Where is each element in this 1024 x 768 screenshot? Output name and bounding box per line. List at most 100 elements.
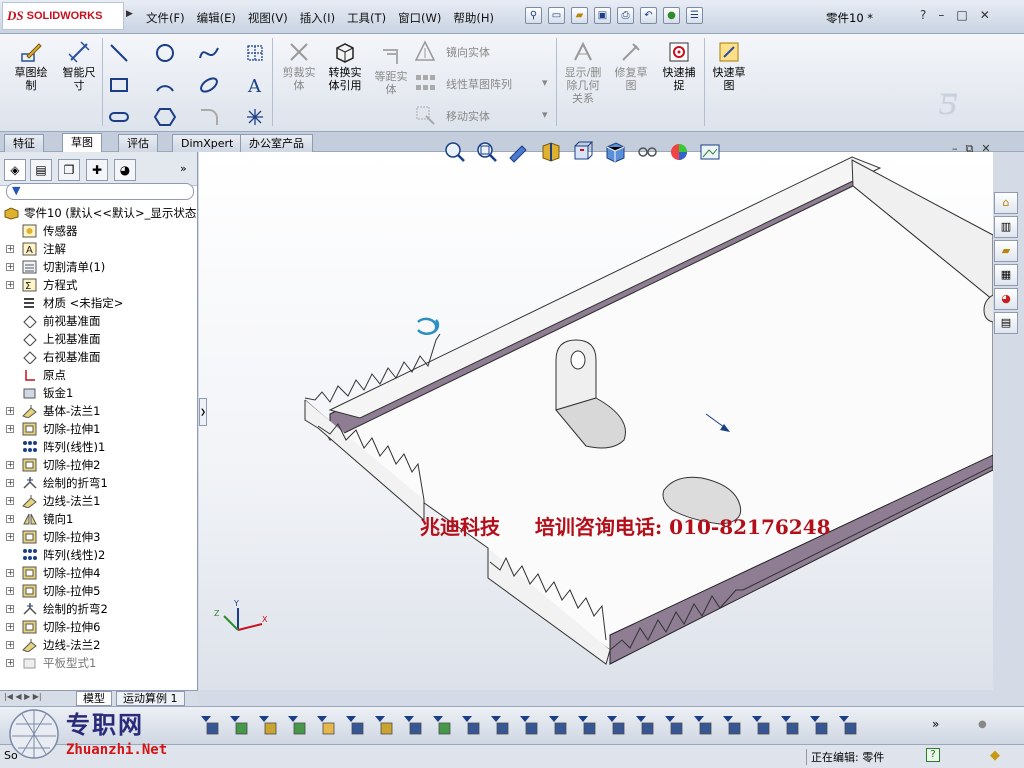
tree-item-23[interactable]: + 边线-法兰2 (0, 636, 198, 654)
tree-item-13[interactable]: + 切除-拉伸2 (0, 456, 198, 474)
expand-toggle-icon[interactable]: + (6, 425, 14, 433)
filter-axis-icon[interactable] (430, 713, 453, 736)
tree-item-8[interactable]: 原点 (0, 366, 198, 384)
menu-insert[interactable]: 插入(I) (294, 10, 341, 26)
display-manager-tab-icon[interactable]: ◕ (114, 159, 136, 181)
linear-pattern-label[interactable]: 线性草图阵列 (446, 76, 512, 92)
hide-show-items-icon[interactable] (634, 140, 660, 164)
filter-hole-icon[interactable] (604, 713, 627, 736)
tree-item-9[interactable]: 钣金1 (0, 384, 198, 402)
save-icon[interactable]: ▣ (594, 7, 611, 24)
expand-toggle-icon[interactable]: + (6, 479, 14, 487)
zoom-to-fit-icon[interactable] (442, 140, 468, 164)
display-relations-button[interactable]: 显示/删 除几何 关系 (560, 40, 606, 105)
zoom-to-area-icon[interactable] (474, 140, 500, 164)
circle-icon[interactable] (154, 42, 176, 64)
toolbar-dot-icon[interactable]: ● (978, 719, 987, 730)
tree-item-11[interactable]: + 切除-拉伸1 (0, 420, 198, 438)
tab-dimxpert[interactable]: DimXpert (172, 134, 243, 152)
move-entities-label[interactable]: 移动实体 (446, 108, 490, 124)
grid-icon[interactable] (244, 42, 266, 64)
mirror-label[interactable]: 镜向实体 (446, 44, 490, 60)
filter-plane-icon[interactable] (459, 713, 482, 736)
linear-pattern-dropdown-icon[interactable]: ▾ (542, 76, 548, 89)
feature-filter-input[interactable]: ▼ (6, 183, 194, 200)
appearances-icon[interactable]: ◕ (994, 288, 1018, 310)
tree-item-0[interactable]: 传感器 (0, 222, 198, 240)
offset-entities-button[interactable]: 等距实 体 (368, 44, 414, 96)
tab-motion-study[interactable]: 运动算例 1 (116, 691, 185, 706)
filter-curve-icon[interactable] (372, 713, 395, 736)
mirror-icon[interactable] (414, 40, 436, 62)
custom-properties-icon[interactable]: ▤ (994, 312, 1018, 334)
tab-model[interactable]: 模型 (76, 691, 112, 706)
expand-toggle-icon[interactable]: + (6, 587, 14, 595)
section-view-icon[interactable] (538, 140, 564, 164)
tree-item-7[interactable]: 右视基准面 (0, 348, 198, 366)
tree-item-2[interactable]: + 切割清单(1) (0, 258, 198, 276)
filter-surface-icon[interactable] (343, 713, 366, 736)
graphics-area[interactable]: Y X Z (199, 152, 993, 690)
menu-view[interactable]: 视图(V) (242, 10, 294, 26)
tree-item-1[interactable]: + A 注解 (0, 240, 198, 258)
text-icon[interactable]: A (244, 74, 266, 96)
rebuild-icon[interactable]: ● (663, 7, 680, 24)
line-icon[interactable] (108, 42, 130, 64)
minimize-button[interactable]: – (938, 8, 944, 22)
status-tag-icon[interactable]: ◆ (990, 748, 1000, 763)
apply-scene-icon[interactable] (698, 140, 724, 164)
restore-button[interactable]: □ (956, 8, 967, 22)
solidworks-logo[interactable]: DS SOLIDWORKS (2, 2, 124, 30)
filter-sketch-icon[interactable] (546, 713, 569, 736)
open-folder-icon[interactable]: ▰ (571, 7, 588, 24)
tree-item-6[interactable]: 上视基准面 (0, 330, 198, 348)
dimxpert-tab-icon[interactable]: ✚ (86, 159, 108, 181)
tree-item-18[interactable]: 阵列(线性)2 (0, 546, 198, 564)
tree-item-14[interactable]: + 绘制的折弯1 (0, 474, 198, 492)
status-help-icon[interactable]: ? (926, 748, 940, 762)
tab-office-products[interactable]: 办公室产品 (240, 134, 313, 152)
filter-text-icon[interactable] (807, 713, 830, 736)
tab-sketch[interactable]: 草图 (62, 133, 102, 153)
solidworks-resources-icon[interactable]: ⌂ (994, 192, 1018, 214)
expand-toggle-icon[interactable]: + (6, 497, 14, 505)
tree-item-17[interactable]: + 切除-拉伸3 (0, 528, 198, 546)
tree-item-20[interactable]: + 切除-拉伸5 (0, 582, 198, 600)
previous-view-icon[interactable] (506, 140, 532, 164)
close-button[interactable]: ✕ (980, 8, 990, 22)
sketch-button[interactable]: 草图绘 制 (8, 40, 54, 92)
pin-icon[interactable]: ⚲ (525, 7, 542, 24)
tree-item-4[interactable]: 材质 <未指定> (0, 294, 198, 312)
expand-toggle-icon[interactable]: + (6, 263, 14, 271)
expand-toggle-icon[interactable]: + (6, 407, 14, 415)
tree-item-5[interactable]: 前视基准面 (0, 312, 198, 330)
sheet-metal-part[interactable]: Y X Z (199, 152, 993, 690)
tree-item-21[interactable]: + 绘制的折弯2 (0, 600, 198, 618)
tree-root-part[interactable]: 零件10 (默认<<默认>_显示状态 (0, 204, 198, 222)
filter-datum-icon[interactable] (691, 713, 714, 736)
filter-origin-icon[interactable] (488, 713, 511, 736)
panel-collapse-handle[interactable]: ❯ (199, 398, 207, 426)
toolbar-more-icon[interactable]: » (932, 717, 939, 731)
menu-file[interactable]: 文件(F) (140, 10, 191, 26)
expand-toggle-icon[interactable]: + (6, 569, 14, 577)
undo-icon[interactable]: ↶ (640, 7, 657, 24)
expand-toggle-icon[interactable]: + (6, 245, 14, 253)
filter-note-icon[interactable] (633, 713, 656, 736)
logo-flyout-icon[interactable]: ▶ (126, 9, 133, 19)
design-library-icon[interactable]: ▥ (994, 216, 1018, 238)
expand-toggle-icon[interactable]: + (6, 461, 14, 469)
filter-dimension-icon[interactable] (517, 713, 540, 736)
smart-dimension-button[interactable]: 智能尺 寸 (56, 40, 102, 92)
tree-item-19[interactable]: + 切除-拉伸4 (0, 564, 198, 582)
options-icon[interactable]: ☰ (686, 7, 703, 24)
expand-toggle-icon[interactable]: + (6, 515, 14, 523)
tab-scroll-arrows-icon[interactable]: |◀ ◀ ▶ ▶| (4, 692, 42, 701)
view-orientation-icon[interactable] (570, 140, 596, 164)
convert-entities-button[interactable]: 转换实 体引用 (322, 40, 368, 92)
expand-toggle-icon[interactable]: + (6, 533, 14, 541)
fillet-icon[interactable] (198, 106, 220, 128)
move-dropdown-icon[interactable]: ▾ (542, 108, 548, 121)
menu-window[interactable]: 窗口(W) (392, 10, 447, 26)
linear-pattern-icon[interactable] (414, 72, 436, 94)
